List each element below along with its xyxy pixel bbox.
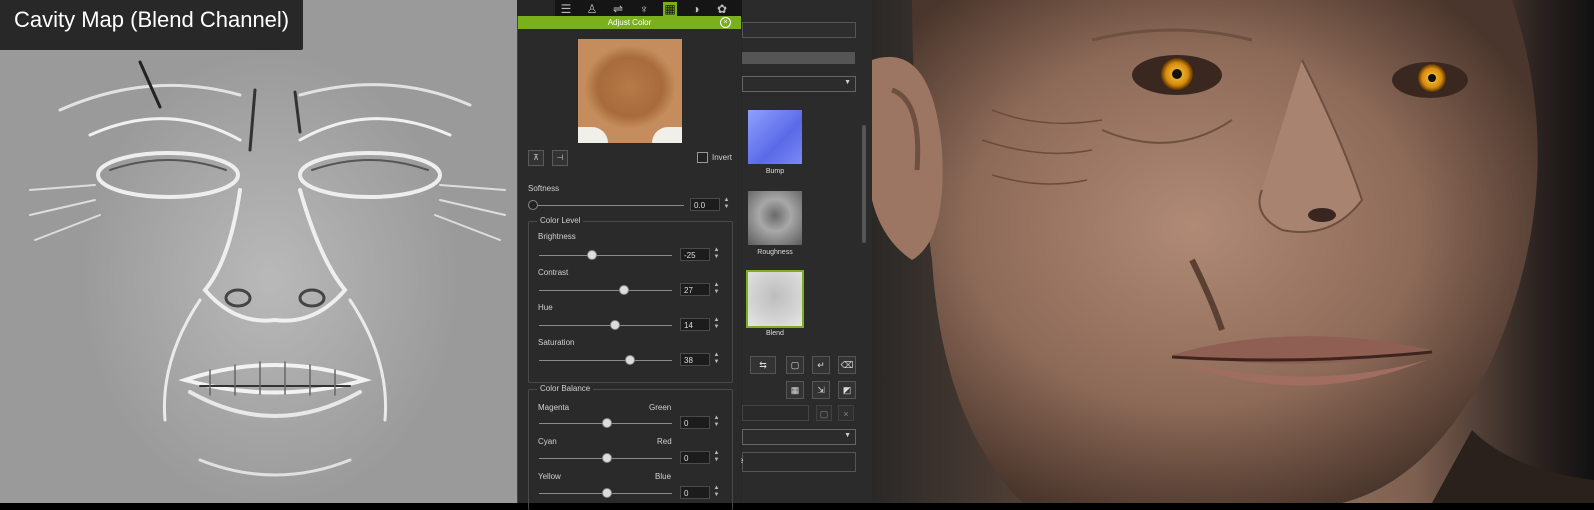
cyan-red-spinner[interactable]: ▲ ▼ <box>712 450 721 465</box>
hue-label: Hue <box>538 303 553 312</box>
chevron-down-icon: ▼ <box>844 79 851 86</box>
adjust-icon[interactable]: ⇌ <box>611 2 625 16</box>
bump-label: Bump <box>765 168 785 175</box>
flip-horizontal-icon[interactable]: ⊣ <box>552 150 568 166</box>
contrast-value[interactable]: 27 <box>680 283 710 296</box>
texture-preview <box>578 39 682 143</box>
chevron-down-icon: ▼ <box>844 432 851 439</box>
saturation-slider-knob[interactable] <box>625 355 635 365</box>
hue-slider-track[interactable] <box>539 325 672 326</box>
figure-icon[interactable]: ♙ <box>585 2 599 16</box>
load-icon[interactable]: ↵ <box>812 356 830 374</box>
cavity-map-view: Cavity Map (Blend Channel) <box>0 0 517 503</box>
grid-icon[interactable]: ▦ <box>786 381 804 399</box>
yellow-blue-spinner[interactable]: ▲ ▼ <box>712 485 721 500</box>
brightness-spinner[interactable]: ▲ ▼ <box>712 247 721 262</box>
blue-label: Blue <box>655 472 672 481</box>
green-label: Green <box>649 403 672 412</box>
saturation-label: Saturation <box>538 338 575 347</box>
hue-spinner[interactable]: ▲ ▼ <box>712 317 721 332</box>
material-name-field[interactable] <box>742 22 856 38</box>
invert-label: Invert <box>712 153 733 162</box>
brightness-slider-knob[interactable] <box>587 250 597 260</box>
contrast-slider-track[interactable] <box>539 290 672 291</box>
magenta-label: Magenta <box>538 403 570 412</box>
panel-scrollbar[interactable] <box>862 125 866 243</box>
dialog-title: Adjust Color <box>607 18 652 27</box>
softness-label: Softness <box>528 184 560 193</box>
red-label: Red <box>657 437 672 446</box>
hair-icon[interactable]: ◑ <box>689 2 703 16</box>
bump-texture-thumbnail[interactable] <box>748 110 802 164</box>
color-level-title: Color Level <box>537 216 584 225</box>
yellow-label: Yellow <box>538 472 561 481</box>
character-face-image <box>872 0 1594 503</box>
saturation-value[interactable]: 38 <box>680 353 710 366</box>
open-file-icon[interactable]: ▢ <box>786 356 804 374</box>
flower-icon[interactable]: ✿ <box>715 2 729 16</box>
hue-slider-knob[interactable] <box>610 320 620 330</box>
color-balance-title: Color Balance <box>537 384 594 393</box>
softness-spinner[interactable]: ▲ ▼ <box>722 197 731 212</box>
softness-slider-knob[interactable] <box>528 200 538 210</box>
contrast-spinner[interactable]: ▲ ▼ <box>712 282 721 297</box>
brightness-label: Brightness <box>538 232 576 241</box>
character-render-viewport <box>872 0 1594 503</box>
cavity-map-image <box>29 60 506 477</box>
magenta-green-value[interactable]: 0 <box>680 416 710 429</box>
texture-settings-panel: ▼ Bump Roughness Blend ⇆ ▢ ↵ ⌫ ▦ ⇲ ◩ ▢ ×… <box>739 0 872 503</box>
invert-checkbox[interactable] <box>697 152 708 163</box>
checker-icon[interactable]: ◩ <box>838 381 856 399</box>
material-row-bar <box>742 52 855 64</box>
adjust-color-dialog: Adjust Color × ⊼ ⊣ Invert Softness 0.0 ▲… <box>517 16 741 510</box>
contrast-label: Contrast <box>538 268 569 277</box>
browse-icon[interactable]: ▢ <box>816 405 832 421</box>
softness-value[interactable]: 0.0 <box>690 198 720 211</box>
clear-icon[interactable]: × <box>838 405 854 421</box>
delete-icon[interactable]: ⌫ <box>838 356 856 374</box>
import-icon[interactable]: ⇲ <box>812 381 830 399</box>
blend-texture-thumbnail[interactable] <box>746 270 804 328</box>
magenta-green-spinner[interactable]: ▲ ▼ <box>712 415 721 430</box>
magenta-green-slider-knob[interactable] <box>602 418 612 428</box>
close-icon[interactable]: × <box>720 17 731 28</box>
saturation-spinner[interactable]: ▲ ▼ <box>712 352 721 367</box>
cyan-red-value[interactable]: 0 <box>680 451 710 464</box>
color-balance-group: Color Balance Magenta Green 0 ▲ ▼ Cyan Re… <box>528 384 733 510</box>
shader-dropdown[interactable]: ▼ <box>742 76 856 92</box>
cyan-label: Cyan <box>538 437 557 446</box>
cyan-red-slider-knob[interactable] <box>602 453 612 463</box>
share-icon[interactable]: ⇆ <box>750 356 776 374</box>
brightness-slider-track[interactable] <box>539 255 672 256</box>
color-level-group: Color Level Brightness -25 ▲ ▼ Contrast 2… <box>528 216 733 383</box>
blend-mode-dropdown[interactable]: ▼ <box>742 429 856 445</box>
path-field[interactable] <box>742 405 809 421</box>
brightness-value[interactable]: -25 <box>680 248 710 261</box>
flip-vertical-icon[interactable]: ⊼ <box>528 150 544 166</box>
roughness-label: Roughness <box>757 249 793 256</box>
morph-icon[interactable]: ♆ <box>637 2 651 16</box>
cavity-map-title: Cavity Map (Blend Channel) <box>0 0 304 50</box>
saturation-slider-track[interactable] <box>539 360 672 361</box>
partial-text-field[interactable]: e <box>739 452 856 472</box>
roughness-texture-thumbnail[interactable] <box>748 191 802 245</box>
yellow-blue-slider-knob[interactable] <box>602 488 612 498</box>
hue-value[interactable]: 14 <box>680 318 710 331</box>
material-checker-icon[interactable]: ▦ <box>663 2 677 16</box>
softness-slider-track[interactable] <box>532 205 684 206</box>
sliders-icon[interactable]: ☰ <box>559 2 573 16</box>
contrast-slider-knob[interactable] <box>619 285 629 295</box>
blend-label: Blend <box>766 330 784 337</box>
yellow-blue-value[interactable]: 0 <box>680 486 710 499</box>
dialog-title-bar: Adjust Color × <box>518 16 741 29</box>
